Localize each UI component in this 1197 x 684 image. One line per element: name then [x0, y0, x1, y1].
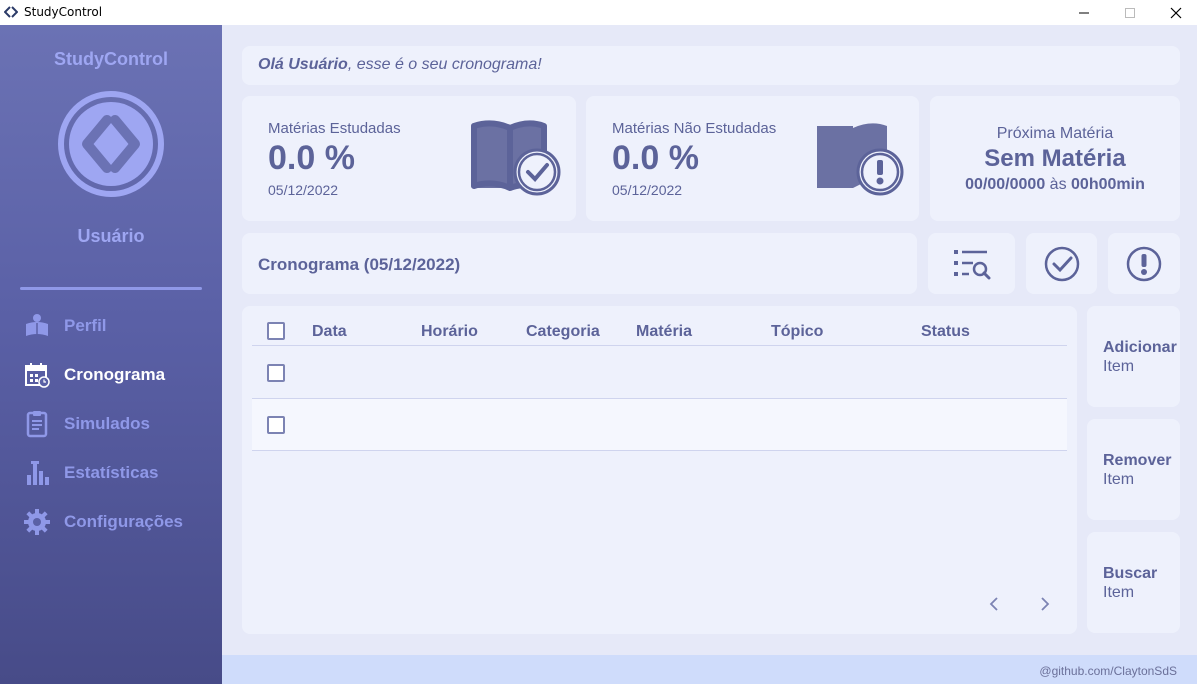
not-studied-value: 0.0 % — [612, 139, 699, 177]
maximize-button[interactable] — [1107, 0, 1153, 25]
next-subject-value: Sem Matéria — [984, 145, 1126, 172]
show-not-studied-button[interactable] — [1108, 233, 1180, 294]
column-header-status[interactable]: Status — [921, 323, 970, 341]
remove-item-label: Remover — [1103, 452, 1172, 469]
not-studied-label: Matérias Não Estudadas — [612, 120, 777, 137]
sidebar-item-label: Estatísticas — [64, 463, 159, 482]
column-header-horario[interactable]: Horário — [421, 323, 478, 341]
next-page-button[interactable] — [1035, 594, 1055, 614]
maximize-icon — [1125, 7, 1135, 18]
chevron-left-icon — [989, 597, 998, 611]
show-studied-button[interactable] — [1026, 233, 1097, 294]
sidebar-item-label: Configurações — [64, 512, 184, 531]
column-header-data[interactable]: Data — [312, 323, 347, 341]
add-item-sublabel: Item — [1103, 358, 1135, 375]
book-alert-icon — [817, 123, 904, 196]
column-header-materia[interactable]: Matéria — [636, 323, 692, 341]
alert-circle-icon — [1126, 246, 1162, 281]
schedule-header: Cronograma (05/12/2022) — [242, 233, 917, 294]
row-checkbox[interactable] — [267, 364, 285, 382]
remove-item-button[interactable]: Remover Item — [1087, 419, 1180, 520]
search-item-label: Buscar — [1103, 565, 1158, 582]
title-bar: StudyControl — [0, 0, 1197, 25]
app-logo-icon — [4, 6, 18, 18]
clipboard-icon — [22, 410, 52, 438]
schedule-table: Data Horário Categoria Matéria Tópico St… — [242, 306, 1077, 634]
next-subject-time: 00h00min — [1071, 176, 1145, 193]
next-subject-connector: às — [1049, 176, 1067, 193]
add-item-button[interactable]: Adicionar Item — [1087, 306, 1180, 407]
check-circle-icon — [1044, 246, 1079, 281]
greeting-text: Olá Usuário, esse é o seu cronograma! — [258, 56, 542, 74]
filter-search-button[interactable] — [928, 233, 1015, 294]
minimize-icon — [1079, 12, 1089, 13]
next-subject-label: Próxima Matéria — [996, 125, 1114, 142]
select-all-checkbox[interactable] — [267, 322, 285, 340]
not-studied-subjects-card: Matérias Não Estudadas 0.0 % 05/12/2022 — [586, 96, 919, 221]
greeting-banner: Olá Usuário, esse é o seu cronograma! — [242, 46, 1180, 85]
studied-value: 0.0 % — [268, 139, 355, 177]
calendar-icon — [22, 361, 52, 389]
sidebar-item-label: Cronograma — [64, 365, 166, 384]
reader-icon — [22, 312, 52, 340]
greeting-name: Olá Usuário — [258, 56, 348, 73]
list-search-icon — [953, 249, 990, 279]
user-name: Usuário — [77, 226, 145, 246]
close-button[interactable] — [1153, 0, 1197, 25]
remove-item-sublabel: Item — [1103, 471, 1135, 488]
not-studied-date: 05/12/2022 — [612, 182, 683, 198]
sidebar-item-label: Perfil — [64, 316, 107, 335]
table-header: Data Horário Categoria Matéria Tópico St… — [252, 316, 1067, 346]
column-header-categoria[interactable]: Categoria — [526, 323, 600, 341]
studied-label: Matérias Estudadas — [268, 120, 401, 137]
sidebar: StudyControl Usuário Perfil Cronograma S… — [0, 25, 222, 684]
table-row[interactable] — [252, 347, 1067, 399]
schedule-title: Cronograma (05/12/2022) — [258, 255, 461, 274]
greeting-rest: , esse é o seu cronograma! — [347, 56, 542, 73]
previous-page-button[interactable] — [984, 594, 1004, 614]
close-icon — [1170, 7, 1182, 18]
search-item-sublabel: Item — [1103, 584, 1135, 601]
next-subject-date: 00/00/0000 — [965, 176, 1046, 193]
footer-bar: @github.com/ClaytonSdS — [222, 655, 1197, 684]
search-item-button[interactable]: Buscar Item — [1087, 532, 1180, 633]
sidebar-item-label: Simulados — [64, 414, 150, 433]
brand-title: StudyControl — [54, 49, 168, 69]
column-header-topico[interactable]: Tópico — [771, 323, 823, 341]
minimize-button[interactable] — [1061, 0, 1107, 25]
footer-credit: @github.com/ClaytonSdS — [1039, 664, 1177, 678]
book-check-icon — [471, 120, 561, 196]
row-checkbox[interactable] — [267, 416, 285, 434]
chevron-right-icon — [1041, 597, 1050, 611]
brand-logo-icon — [58, 91, 164, 197]
add-item-label: Adicionar — [1103, 339, 1177, 356]
sidebar-item-estatisticas[interactable]: Estatísticas — [22, 458, 212, 488]
gear-icon — [22, 508, 52, 536]
next-subject-card: Próxima Matéria Sem Matéria 00/00/0000 à… — [930, 96, 1180, 221]
sidebar-item-simulados[interactable]: Simulados — [22, 409, 212, 439]
bar-chart-icon — [22, 459, 52, 487]
studied-subjects-card: Matérias Estudadas 0.0 % 05/12/2022 — [242, 96, 576, 221]
table-row[interactable] — [252, 399, 1067, 451]
sidebar-item-perfil[interactable]: Perfil — [22, 311, 212, 341]
sidebar-item-cronograma[interactable]: Cronograma — [22, 360, 212, 390]
window-title: StudyControl — [24, 5, 103, 19]
studied-date: 05/12/2022 — [268, 182, 339, 198]
next-subject-datetime: 00/00/0000 às 00h00min — [930, 176, 1180, 194]
sidebar-divider — [20, 287, 202, 290]
sidebar-item-configuracoes[interactable]: Configurações — [22, 507, 212, 537]
